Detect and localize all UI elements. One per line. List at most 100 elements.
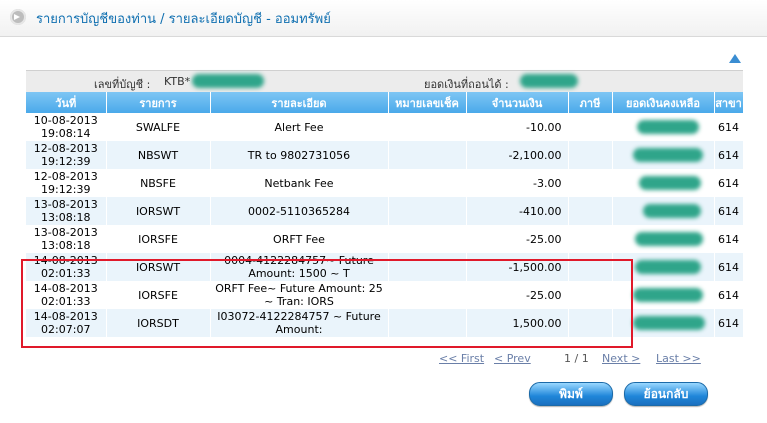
date-cell: 13-08-2013 13:08:18 <box>26 225 107 253</box>
col-balance: ยอดเงินคงเหลือ <box>612 92 715 113</box>
cheque-cell <box>388 253 467 281</box>
last-page-link[interactable]: Last >> <box>656 352 701 365</box>
detail-cell: Netbank Fee <box>210 169 389 197</box>
balance-cell <box>612 197 715 225</box>
table-row: 14-08-2013 02:01:33 IORSWT 0004-412228475… <box>26 253 744 281</box>
redacted-balance <box>632 288 703 302</box>
branch-cell: 614 <box>714 141 744 169</box>
redacted-balance <box>632 316 705 330</box>
tax-cell <box>568 169 613 197</box>
detail-cell: 0004-4122284757~ Future Amount: 1500 ~ T <box>210 253 389 281</box>
date: 13-08-2013 <box>33 198 98 211</box>
date-cell: 10-08-2013 19:08:14 <box>26 113 107 141</box>
tax-cell <box>568 309 613 337</box>
code-cell: IORSDT <box>106 309 211 337</box>
table-row: 13-08-2013 13:08:18 IORSWT 0002-511036528… <box>26 197 744 225</box>
prev-page-link[interactable]: < Prev <box>494 352 531 365</box>
page-title: รายการบัญชีของท่าน / รายละเอียดบัญชี - อ… <box>36 12 331 27</box>
code-cell: IORSFE <box>106 281 211 309</box>
col-detail: รายละเอียด <box>210 92 389 113</box>
first-page-link[interactable]: << First <box>439 352 484 365</box>
redacted-balance <box>520 74 578 88</box>
date: 14-08-2013 <box>33 310 98 323</box>
table-row: 12-08-2013 19:12:39 NBSWT TR to 980273105… <box>26 141 744 169</box>
branch-cell: 614 <box>714 113 744 141</box>
branch-cell: 614 <box>714 197 744 225</box>
redacted-balance <box>634 232 703 246</box>
table-row: 14-08-2013 02:01:33 IORSFE ORFT Fee~ Futu… <box>26 281 744 309</box>
detail-cell: ORFT Fee <box>210 225 389 253</box>
tax-cell <box>568 141 613 169</box>
date: 13-08-2013 <box>33 226 98 239</box>
amount-cell: -1,500.00 <box>466 253 569 281</box>
statement-table: วันที่ รายการ รายละเอียด หมายเลขเช็ค จำน… <box>26 92 744 337</box>
time: 02:01:33 <box>41 295 91 308</box>
cheque-cell <box>388 281 467 309</box>
redacted-balance <box>634 260 701 274</box>
tax-cell <box>568 281 613 309</box>
date-cell: 12-08-2013 19:12:39 <box>26 141 107 169</box>
cheque-cell <box>388 113 467 141</box>
date-cell: 14-08-2013 02:01:33 <box>26 253 107 281</box>
redacted-balance <box>642 204 701 218</box>
code-cell: NBSWT <box>106 141 211 169</box>
branch-cell: 614 <box>714 169 744 197</box>
tax-cell <box>568 197 613 225</box>
table-row: 14-08-2013 02:07:07 IORSDT I03072-4122284… <box>26 309 744 337</box>
code-cell: IORSFE <box>106 225 211 253</box>
date: 14-08-2013 <box>33 282 98 295</box>
withdrawable-balance-label: ยอดเงินที่ถอนได้ : <box>424 78 509 91</box>
col-amount: จำนวนเงิน <box>466 92 569 113</box>
date-cell: 14-08-2013 02:01:33 <box>26 281 107 309</box>
scroll-top-icon[interactable] <box>729 54 741 63</box>
redacted-account <box>192 74 264 88</box>
date: 12-08-2013 <box>33 170 98 183</box>
balance-cell <box>612 281 715 309</box>
branch-cell: 614 <box>714 309 744 337</box>
redacted-balance <box>638 176 701 190</box>
time: 19:08:14 <box>41 127 91 140</box>
account-number-label: เลขที่บัญชี : <box>94 78 151 91</box>
date-cell: 12-08-2013 19:12:39 <box>26 169 107 197</box>
redacted-balance <box>636 120 699 134</box>
cheque-cell <box>388 141 467 169</box>
date-cell: 14-08-2013 02:07:07 <box>26 309 107 337</box>
amount-cell: -10.00 <box>466 113 569 141</box>
arrow-right-icon <box>10 9 26 25</box>
balance-cell <box>612 141 715 169</box>
cheque-cell <box>388 197 467 225</box>
detail-cell: Alert Fee <box>210 113 389 141</box>
col-tax: ภาษี <box>568 92 613 113</box>
date: 12-08-2013 <box>33 142 98 155</box>
balance-cell <box>612 309 715 337</box>
tax-cell <box>568 113 613 141</box>
table-row: 10-08-2013 19:08:14 SWALFE Alert Fee -10.… <box>26 113 744 141</box>
amount-cell: -410.00 <box>466 197 569 225</box>
account-summary: เลขที่บัญชี : KTB* ยอดเงินที่ถอนได้ : <box>26 70 743 92</box>
detail-cell: 0002-5110365284 <box>210 197 389 225</box>
balance-cell <box>612 169 715 197</box>
next-page-link[interactable]: Next > <box>602 352 640 365</box>
amount-cell: -25.00 <box>466 281 569 309</box>
redacted-balance <box>632 148 703 162</box>
branch-cell: 614 <box>714 281 744 309</box>
time: 13:08:18 <box>41 211 91 224</box>
cheque-cell <box>388 309 467 337</box>
print-button[interactable]: พิมพ์ <box>529 382 613 406</box>
branch-cell: 614 <box>714 253 744 281</box>
col-branch: สาขา <box>714 92 744 113</box>
page-indicator: 1 / 1 <box>564 352 589 365</box>
tax-cell <box>568 253 613 281</box>
table-header-row: วันที่ รายการ รายละเอียด หมายเลขเช็ค จำน… <box>26 92 744 113</box>
back-button[interactable]: ย้อนกลับ <box>624 382 708 406</box>
date: 14-08-2013 <box>33 254 98 267</box>
amount-cell: -25.00 <box>466 225 569 253</box>
cheque-cell <box>388 225 467 253</box>
balance-cell <box>612 253 715 281</box>
code-cell: NBSFE <box>106 169 211 197</box>
col-date: วันที่ <box>26 92 107 113</box>
detail-cell: TR to 9802731056 <box>210 141 389 169</box>
balance-cell <box>612 225 715 253</box>
col-cheque: หมายเลขเช็ค <box>388 92 467 113</box>
amount-cell: -2,100.00 <box>466 141 569 169</box>
